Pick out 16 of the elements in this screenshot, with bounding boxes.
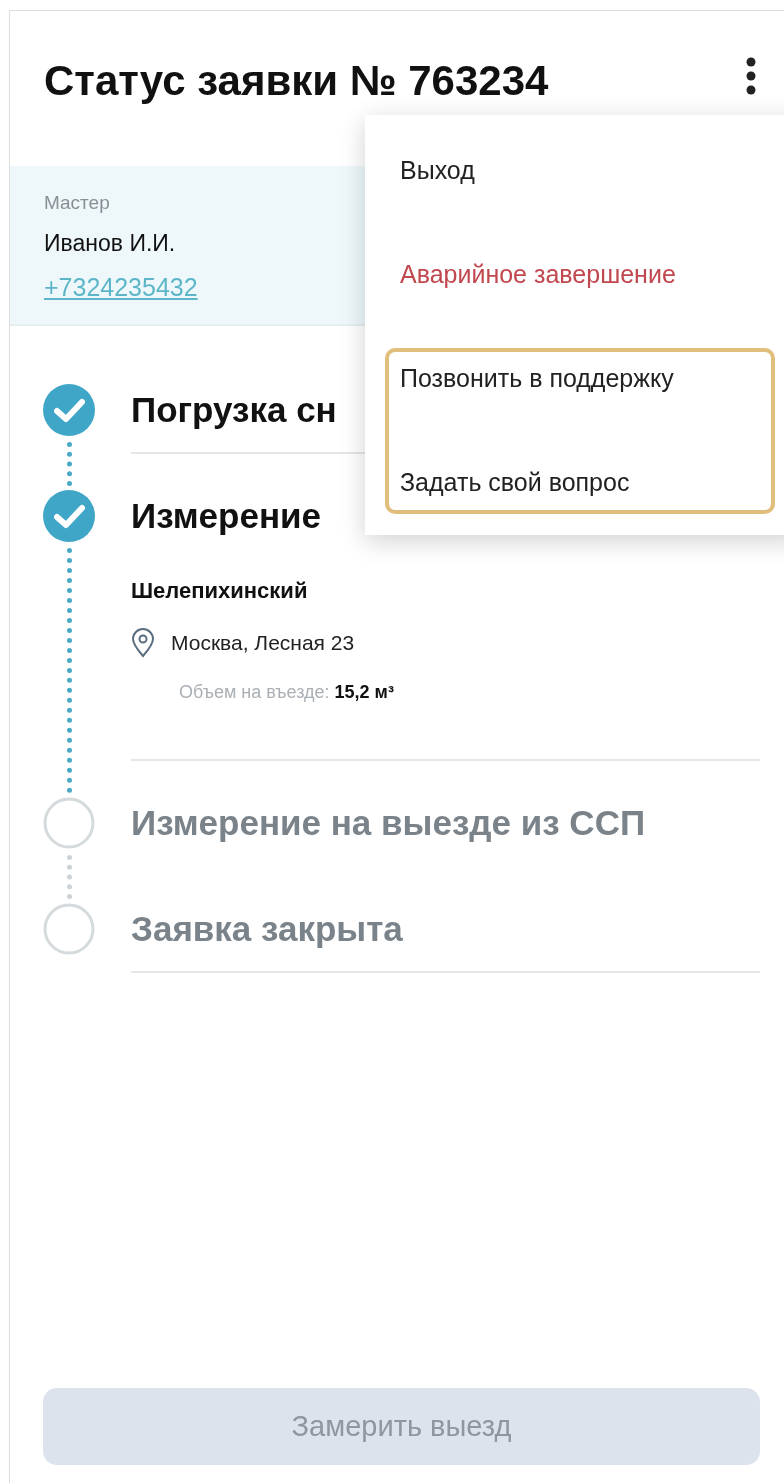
master-name: Иванов И.И. <box>44 230 177 257</box>
step-title: Погрузка сн <box>131 389 338 431</box>
address-text: Москва, Лесная 23 <box>171 631 355 655</box>
location-name: Шелепихинский <box>131 578 309 604</box>
step-title: Измерение <box>131 495 322 537</box>
location-pin-icon <box>131 628 155 658</box>
menu-item[interactable]: Задать свой вопрос <box>389 456 771 508</box>
menu-item[interactable]: Позвонить в поддержку <box>389 352 771 404</box>
step-title: Заявка закрыта <box>131 908 404 950</box>
menu-icon[interactable] <box>746 57 756 95</box>
step-title: Измерение на выезде из ССП <box>131 802 647 844</box>
master-label: Мастер <box>44 192 111 214</box>
menu-item[interactable]: Выход <box>365 118 784 222</box>
menu-item[interactable]: Аварийное завершение <box>365 222 784 326</box>
page-title: Статус заявки № 763234 <box>44 57 549 105</box>
volume-text: Объем на въезде: 15,2 м³ <box>178 682 395 703</box>
